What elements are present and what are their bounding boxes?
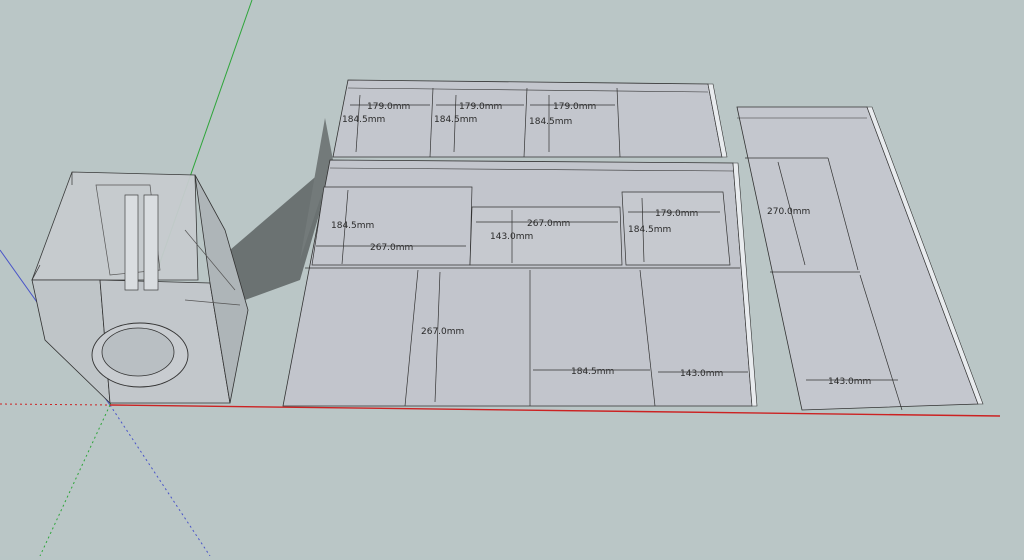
dim-label: 184.5mm bbox=[529, 117, 572, 127]
dim-label: 267.0mm bbox=[527, 219, 570, 229]
middle-panel[interactable]: 184.5mm 267.0mm 143.0mm 267.0mm 179.0mm … bbox=[282, 159, 758, 407]
sketchup-viewport[interactable]: 179.0mm 179.0mm 179.0mm 184.5mm 184.5mm … bbox=[0, 0, 1024, 557]
dim-label: 267.0mm bbox=[421, 327, 464, 337]
dim-label: 184.5mm bbox=[628, 225, 671, 235]
dim-label: 179.0mm bbox=[459, 102, 502, 112]
woofer-cutout-inner bbox=[101, 327, 175, 377]
top-panel[interactable]: 179.0mm 179.0mm 179.0mm 184.5mm 184.5mm … bbox=[332, 79, 728, 158]
dim-label: 184.5mm bbox=[571, 367, 614, 377]
dim-label: 143.0mm bbox=[828, 377, 871, 387]
dim-label: 184.5mm bbox=[342, 115, 385, 125]
port-slot-1 bbox=[124, 194, 139, 291]
dim-label: 267.0mm bbox=[370, 243, 413, 253]
port-slot-2 bbox=[143, 194, 159, 291]
dim-label: 179.0mm bbox=[367, 102, 410, 112]
dim-label: 270.0mm bbox=[767, 207, 810, 217]
dim-label: 143.0mm bbox=[680, 369, 723, 379]
dim-label: 184.5mm bbox=[434, 115, 477, 125]
dim-label: 179.0mm bbox=[553, 102, 596, 112]
model-canvas[interactable]: 179.0mm 179.0mm 179.0mm 184.5mm 184.5mm … bbox=[0, 0, 1024, 557]
dim-label: 179.0mm bbox=[655, 209, 698, 219]
dim-label: 143.0mm bbox=[490, 232, 533, 242]
dim-label: 184.5mm bbox=[331, 221, 374, 231]
